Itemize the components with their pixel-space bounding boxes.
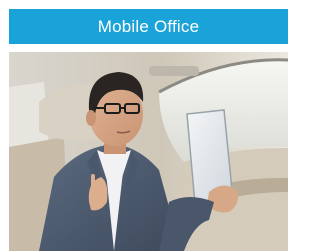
mobile-office-card[interactable]: Mobile Office [9,9,288,251]
card-photo[interactable] [9,52,288,251]
card-header[interactable]: Mobile Office [9,9,288,44]
card-title: Mobile Office [97,16,200,36]
businessman-in-car-photo [9,52,288,251]
